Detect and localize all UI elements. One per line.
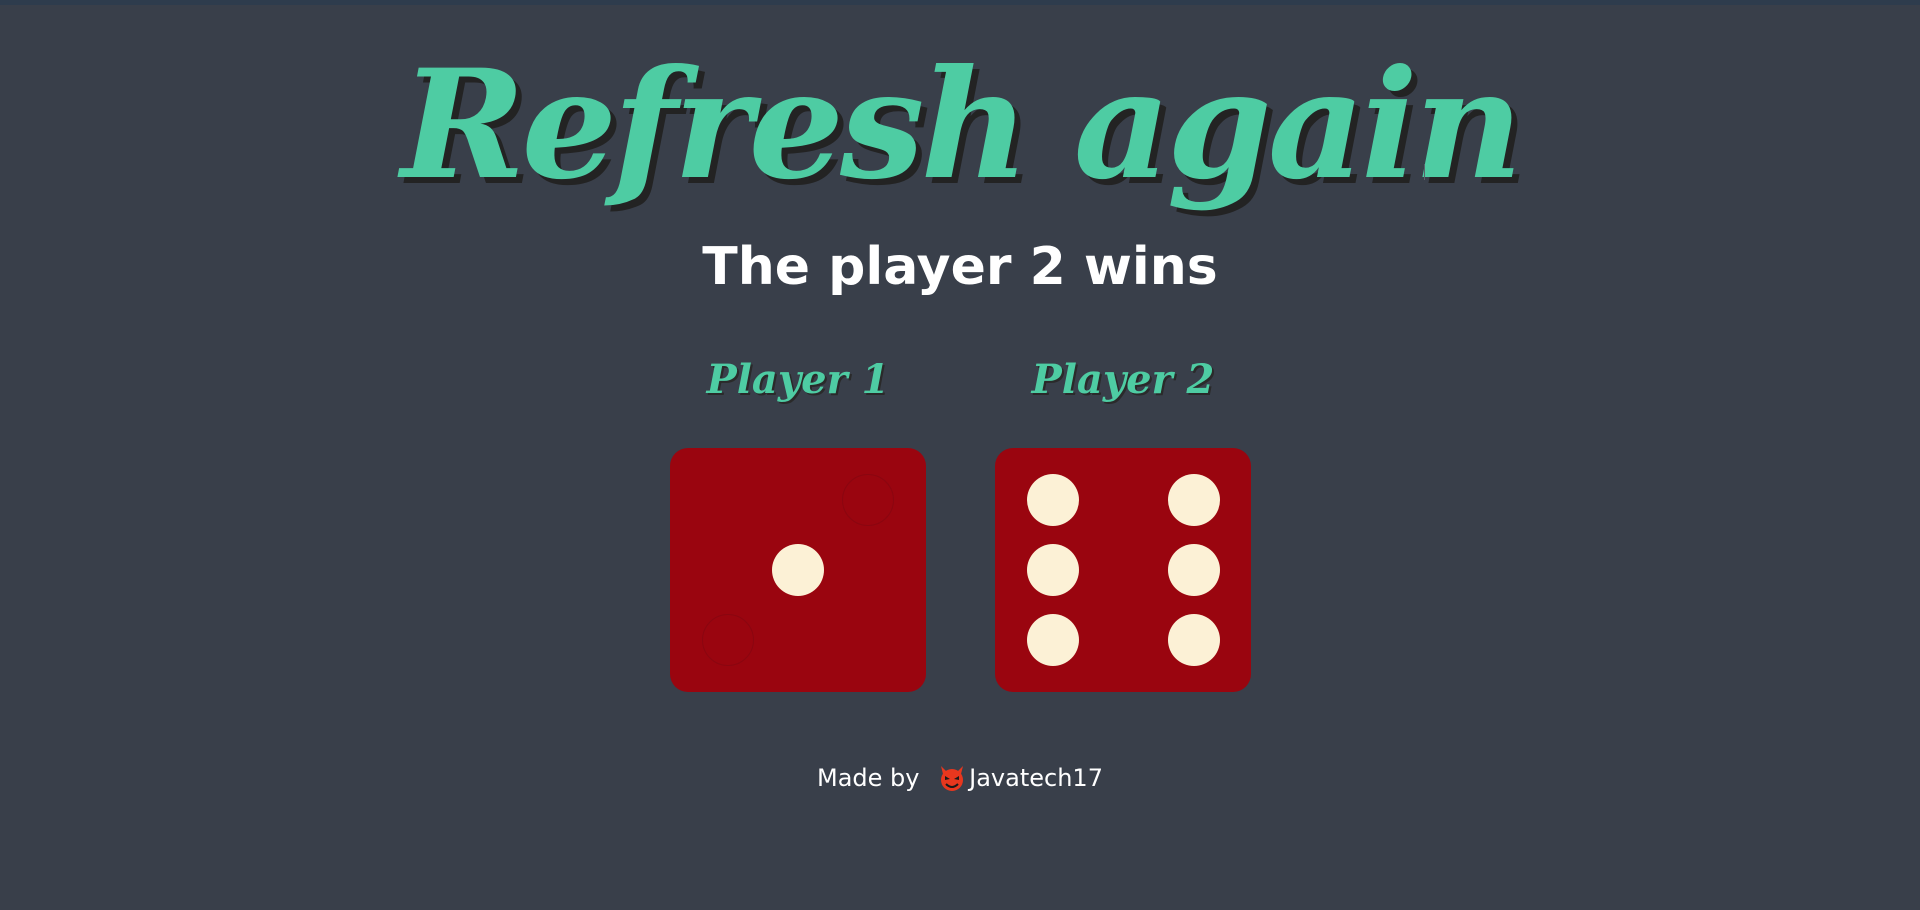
player-1-die: [670, 448, 926, 692]
footer-credit: Made by Javatech17: [0, 760, 1920, 796]
top-strip: [0, 0, 1920, 5]
text-cursor: [1424, 164, 1425, 180]
player-2-die: [995, 448, 1251, 692]
die-pip: [1168, 474, 1220, 526]
die-pip: [772, 544, 824, 596]
player-1-label: Player 1: [706, 356, 890, 403]
footer-prefix: Made by: [817, 764, 920, 792]
faded-pip: [702, 614, 754, 666]
faded-pip: [842, 474, 894, 526]
devil-face-icon: [937, 763, 967, 793]
die-pip: [1168, 614, 1220, 666]
die-pip: [1168, 544, 1220, 596]
footer-author: Javatech17: [969, 764, 1103, 792]
result-message: The player 2 wins: [702, 237, 1218, 297]
die-pip: [1027, 544, 1079, 596]
player-2-panel: Player 2: [995, 350, 1251, 692]
player-1-panel: Player 1: [670, 350, 926, 692]
page-title: Refresh again: [400, 37, 1523, 213]
die-pip: [1027, 614, 1079, 666]
player-2-label: Player 2: [1031, 356, 1215, 403]
die-pip: [1027, 474, 1079, 526]
